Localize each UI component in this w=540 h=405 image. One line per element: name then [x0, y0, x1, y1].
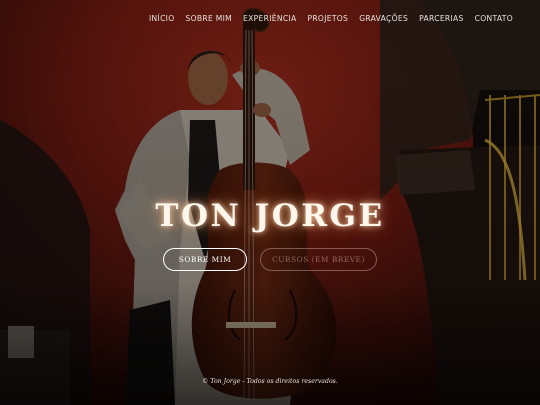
nav-item-parcerias[interactable]: PARCERIAS	[419, 14, 464, 23]
nav-item-contato[interactable]: CONTATO	[475, 14, 513, 23]
nav-item-sobre-mim[interactable]: SOBRE MIM	[186, 14, 233, 23]
sobre-mim-button[interactable]: SOBRE MIM	[163, 248, 247, 271]
main-navigation: INÍCIO SOBRE MIM EXPERIÊNCIA PROJETOS GR…	[138, 14, 513, 23]
nav-item-experiencia[interactable]: EXPERIÊNCIA	[243, 14, 296, 23]
cursos-button-disabled: CURSOS (EM BREVE)	[260, 248, 377, 271]
hero-section: INÍCIO SOBRE MIM EXPERIÊNCIA PROJETOS GR…	[0, 0, 540, 405]
nav-item-gravacoes[interactable]: GRAVAÇÕES	[359, 14, 408, 23]
cursos-button-label: CURSOS (EM BREVE)	[272, 255, 365, 264]
nav-item-projetos[interactable]: PROJETOS	[307, 14, 348, 23]
sobre-mim-button-label: SOBRE MIM	[178, 255, 232, 264]
footer-copyright: © Ton Jorge - Todos os direitos reservad…	[202, 378, 338, 385]
hero-title: TON JORGE	[155, 198, 385, 234]
nav-item-inicio[interactable]: INÍCIO	[149, 14, 174, 23]
